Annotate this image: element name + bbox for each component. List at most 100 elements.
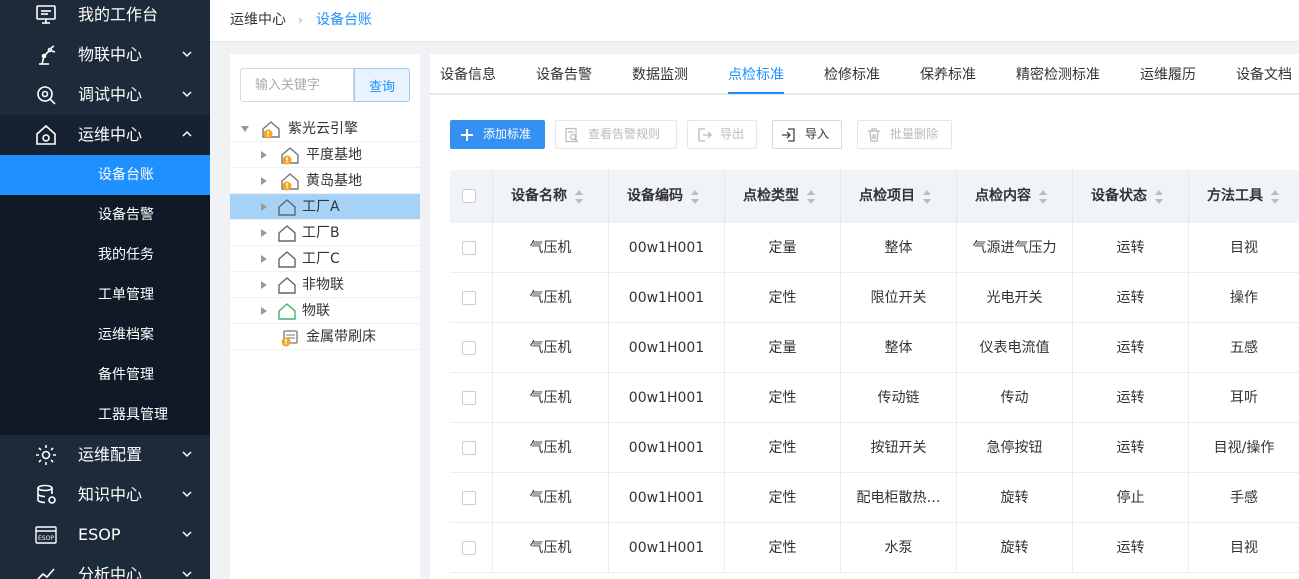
tab-inspection-standard[interactable]: 点检标准 (728, 66, 784, 84)
tab-maintenance-standard[interactable]: 保养标准 (920, 66, 976, 84)
menu-workbench[interactable]: 我的工作台 (0, 0, 210, 35)
menu-iot-center[interactable]: 物联中心 (0, 35, 210, 75)
sort-icon[interactable] (690, 189, 700, 205)
table-cell: 气源进气压力 (957, 223, 1073, 273)
breadcrumb-parent[interactable]: 运维中心 (230, 11, 286, 29)
row-checkbox[interactable] (462, 441, 476, 455)
column-header[interactable]: 点检类型 (725, 170, 841, 223)
tree-node[interactable]: 物联 (230, 298, 420, 324)
submenu-spare-parts[interactable]: 备件管理 (0, 355, 210, 395)
column-header[interactable]: 点检内容 (957, 170, 1073, 223)
tree-node[interactable]: 平度基地 (230, 142, 420, 168)
column-header[interactable]: 点检项目 (841, 170, 957, 223)
caret-down-icon[interactable] (241, 125, 249, 133)
ops-submenu: 设备台账 设备告警 我的任务 工单管理 运维档案 备件管理 工器具管理 (0, 155, 210, 435)
menu-esop[interactable]: ESOP ESOP (0, 515, 210, 555)
export-button[interactable]: 导出 (687, 120, 757, 149)
column-header[interactable]: 设备状态 (1073, 170, 1189, 223)
column-header[interactable]: 方法工具 (1189, 170, 1299, 223)
sort-icon[interactable] (1270, 189, 1280, 205)
tree-node-label: 非物联 (302, 277, 344, 293)
menu-label: ESOP (78, 525, 121, 544)
sort-icon[interactable] (806, 189, 816, 205)
column-header[interactable]: 设备编码 (609, 170, 725, 223)
caret-right-icon[interactable] (260, 281, 268, 289)
table-row[interactable]: 气压机 00w1H001 定性 传动链 传动 运转 耳听 (450, 373, 1299, 423)
tree-node-leaf[interactable]: 金属带刷床 (230, 324, 420, 350)
tab-repair-standard[interactable]: 检修标准 (824, 66, 880, 84)
sort-icon[interactable] (1154, 189, 1164, 205)
menu-ops-center[interactable]: 运维中心 (0, 115, 210, 155)
select-all-checkbox[interactable] (462, 189, 476, 203)
table-cell: 气压机 (493, 323, 609, 373)
tree-search-input[interactable] (240, 68, 354, 102)
table-cell: 传动 (957, 373, 1073, 423)
row-checkbox[interactable] (462, 491, 476, 505)
tree-node-label: 物联 (302, 303, 330, 319)
tab-equipment-docs[interactable]: 设备文档 (1236, 66, 1292, 84)
tab-ops-history[interactable]: 运维履历 (1140, 66, 1196, 84)
submenu-equipment-ledger[interactable]: 设备台账 (0, 155, 210, 195)
tree-node[interactable]: 非物联 (230, 272, 420, 298)
tree-search-button[interactable]: 查询 (354, 68, 410, 102)
row-checkbox[interactable] (462, 241, 476, 255)
tab-equipment-info[interactable]: 设备信息 (440, 66, 496, 84)
menu-knowledge-center[interactable]: 知识中心 (0, 475, 210, 515)
table-row[interactable]: 气压机 00w1H001 定性 按钮开关 急停按钮 运转 目视/操作 (450, 423, 1299, 473)
tree-node-label: 工厂B (302, 225, 340, 241)
table-cell: 定量 (725, 323, 841, 373)
table-cell: 旋转 (957, 473, 1073, 523)
table-cell: 00w1H001 (609, 473, 725, 523)
tree-node[interactable]: 黄岛基地 (230, 168, 420, 194)
sort-icon[interactable] (574, 189, 584, 205)
table-row[interactable]: 气压机 00w1H001 定性 限位开关 光电开关 运转 操作 (450, 273, 1299, 323)
caret-right-icon[interactable] (260, 229, 268, 237)
column-header-label: 设备编码 (627, 188, 683, 204)
tab-precision-standard[interactable]: 精密检测标准 (1016, 66, 1100, 84)
button-label: 添加标准 (483, 127, 532, 141)
menu-label: 运维中心 (78, 125, 143, 144)
tree-node-selected[interactable]: 工厂A (230, 194, 420, 220)
caret-right-icon[interactable] (260, 151, 268, 159)
caret-right-icon[interactable] (260, 177, 268, 185)
tab-equipment-alarm[interactable]: 设备告警 (536, 66, 592, 84)
menu-analysis-center[interactable]: 分析中心 (0, 555, 210, 579)
table-cell: 运转 (1073, 523, 1189, 573)
view-alarm-rules-button[interactable]: 查看告警规则 (555, 120, 677, 149)
submenu-label: 工器具管理 (98, 407, 168, 423)
table-cell: 目视 (1230, 240, 1258, 256)
submenu-tools[interactable]: 工器具管理 (0, 395, 210, 435)
submenu-work-orders[interactable]: 工单管理 (0, 275, 210, 315)
menu-ops-config[interactable]: 运维配置 (0, 435, 210, 475)
tree-node-label: 工厂C (302, 251, 340, 267)
table-row[interactable]: 气压机 00w1H001 定性 配电柜散热… 旋转 停止 手感 (450, 473, 1299, 523)
table-row[interactable]: 气压机 00w1H001 定性 水泵 旋转 运转 目视 (450, 523, 1299, 573)
menu-debug-center[interactable]: 调试中心 (0, 75, 210, 115)
row-checkbox[interactable] (462, 291, 476, 305)
sort-icon[interactable] (1038, 189, 1048, 205)
table-cell: 目视 (1230, 540, 1258, 556)
row-checkbox[interactable] (462, 541, 476, 555)
row-checkbox[interactable] (462, 391, 476, 405)
caret-right-icon[interactable] (260, 307, 268, 315)
table-cell: 整体 (841, 323, 957, 373)
table-row[interactable]: 气压机 00w1H001 定量 整体 气源进气压力 运转 目视 (450, 223, 1299, 273)
batch-delete-button[interactable]: 批量删除 (857, 120, 952, 149)
column-header[interactable]: 设备名称 (493, 170, 609, 223)
tab-data-monitor[interactable]: 数据监测 (632, 66, 688, 84)
tree-node[interactable]: 工厂C (230, 246, 420, 272)
table-row[interactable]: 气压机 00w1H001 定量 整体 仪表电流值 运转 五感 (450, 323, 1299, 373)
submenu-my-tasks[interactable]: 我的任务 (0, 235, 210, 275)
caret-right-icon[interactable] (260, 203, 268, 211)
submenu-equipment-alarm[interactable]: 设备告警 (0, 195, 210, 235)
submenu-ops-archive[interactable]: 运维档案 (0, 315, 210, 355)
add-standard-button[interactable]: 添加标准 (450, 120, 545, 149)
caret-right-icon[interactable] (260, 255, 268, 263)
tree-node-root[interactable]: 紫光云引擎 (230, 116, 420, 142)
table-cell: 定性 (725, 523, 841, 573)
home-icon (278, 225, 296, 242)
sort-icon[interactable] (922, 189, 932, 205)
import-button[interactable]: 导入 (772, 120, 842, 149)
tree-node[interactable]: 工厂B (230, 220, 420, 246)
row-checkbox[interactable] (462, 341, 476, 355)
